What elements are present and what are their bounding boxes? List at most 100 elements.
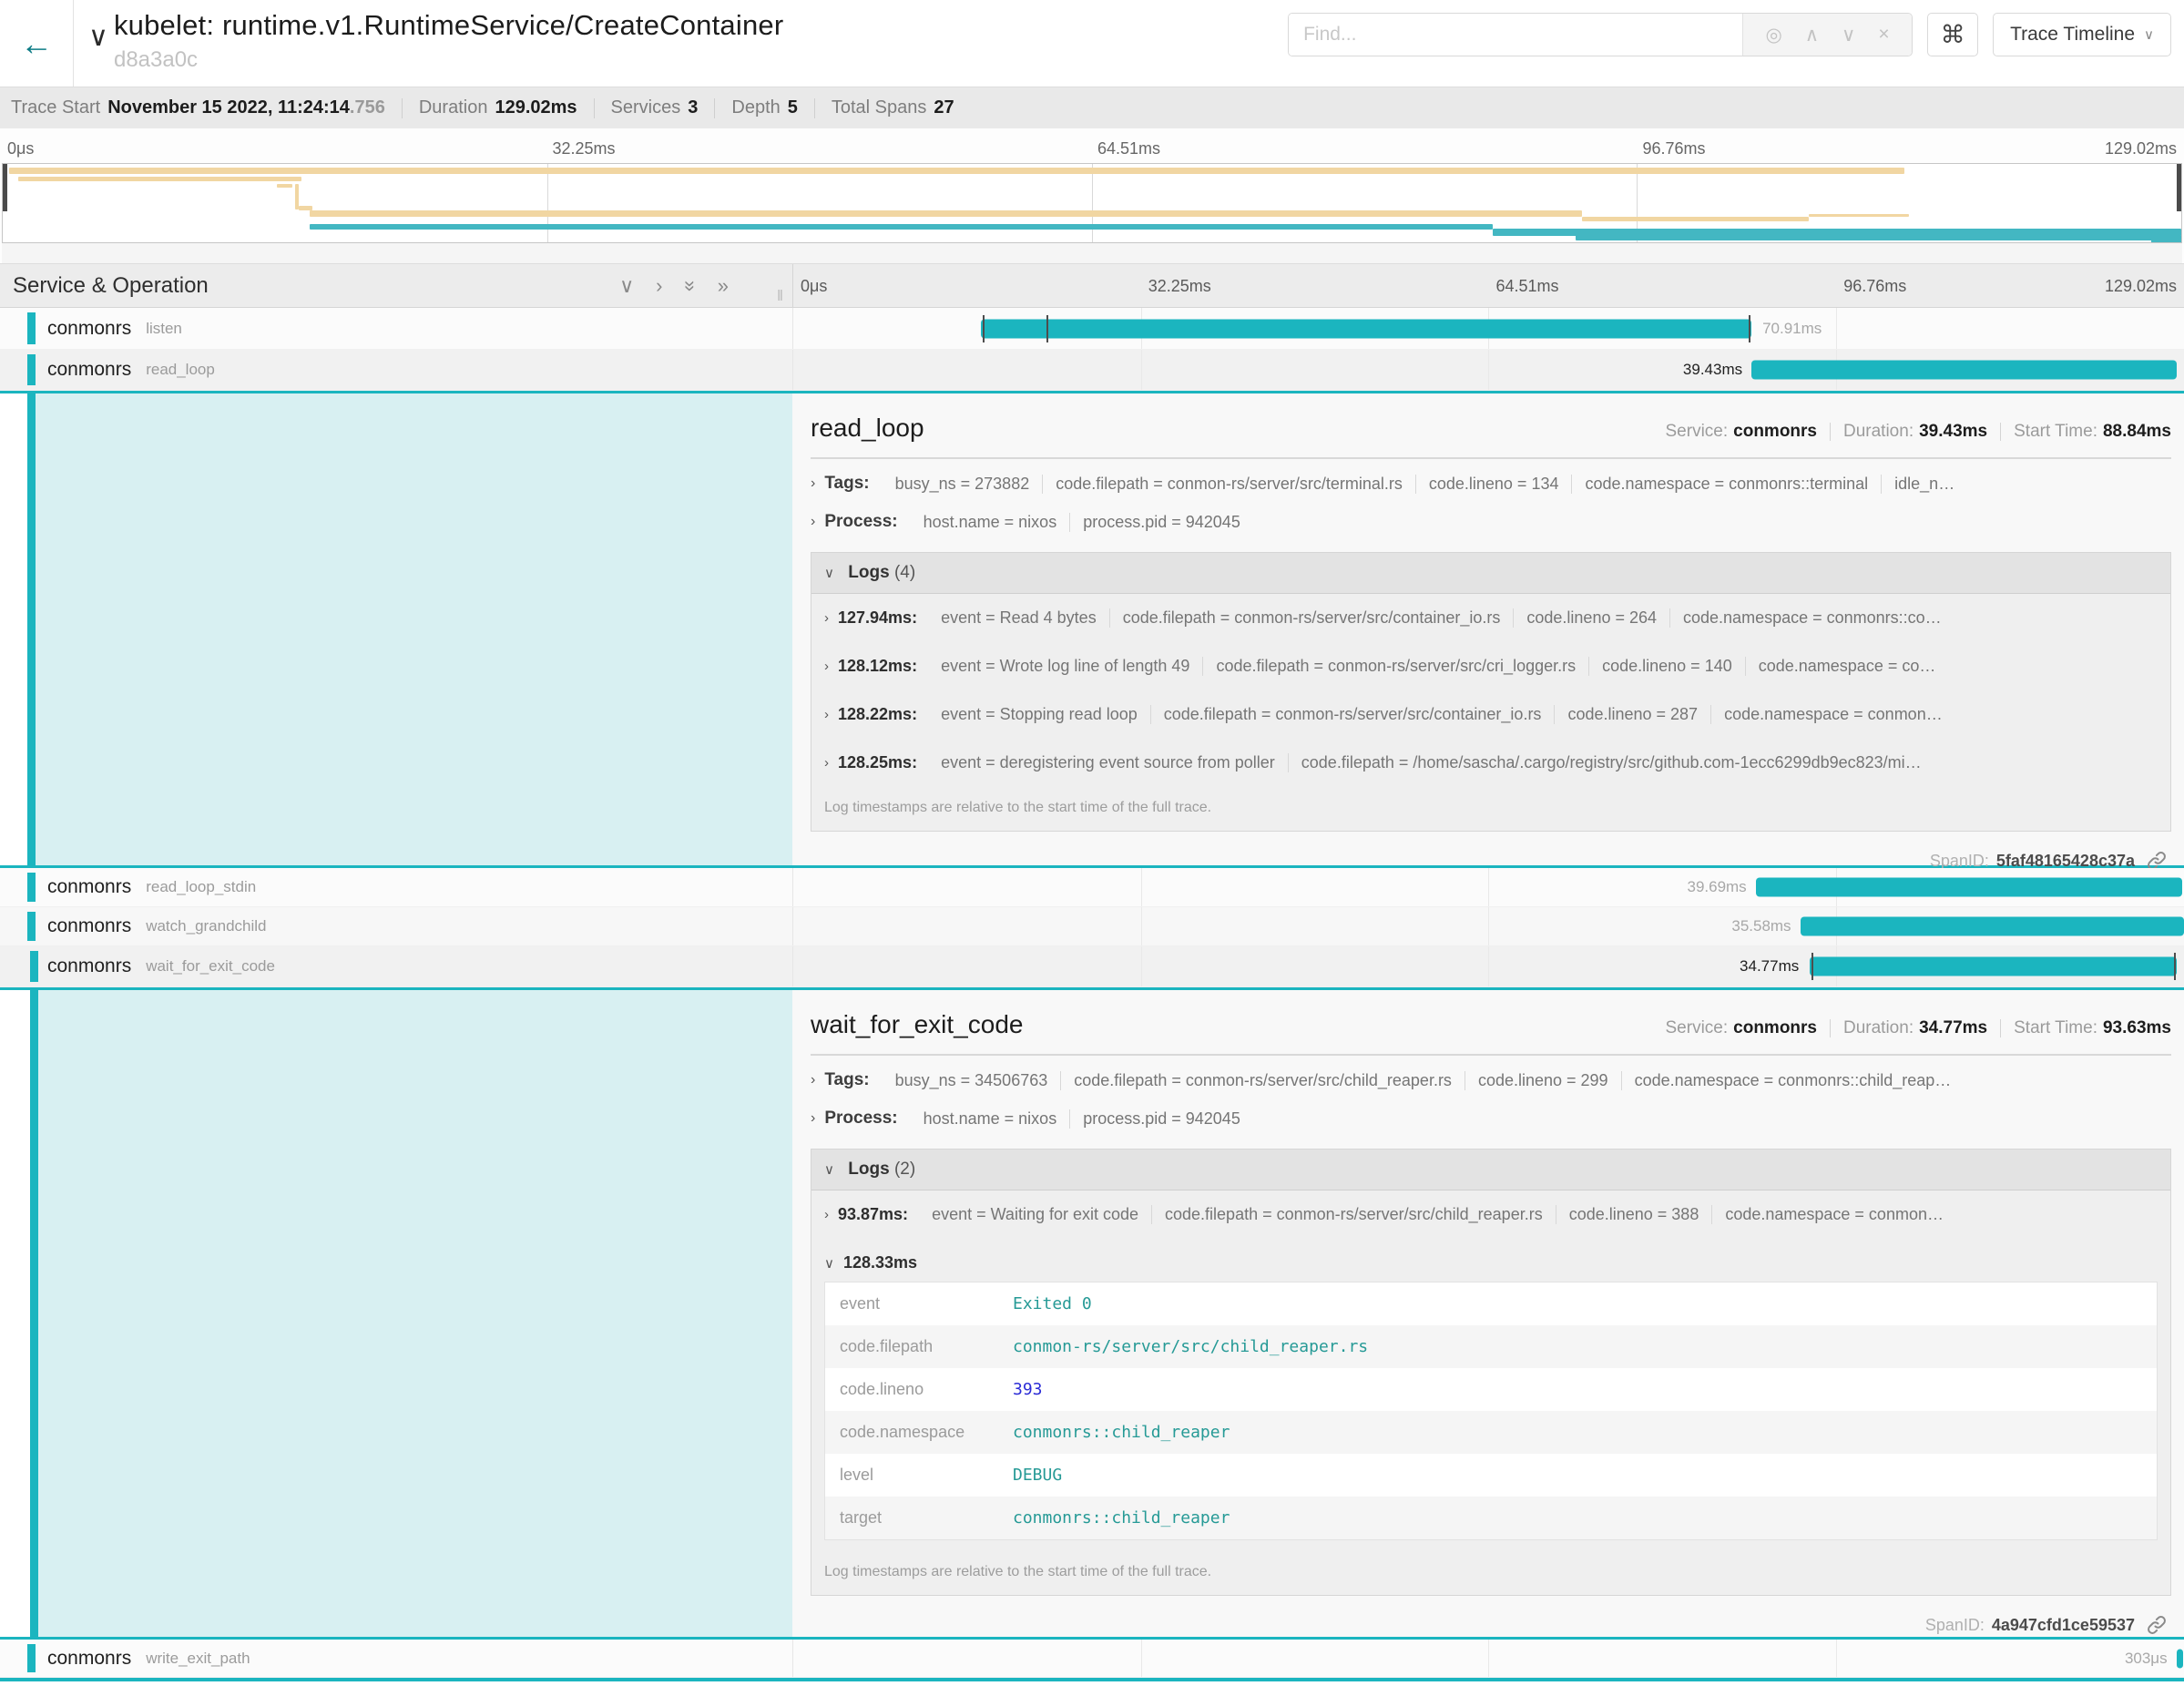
detail-meta: Service: conmonrs Duration: 34.77ms Star…	[1666, 1018, 2172, 1038]
column-resizer[interactable]: ‖	[777, 287, 785, 305]
trace-id: d8a3a0c	[114, 47, 783, 73]
span-row-timeline[interactable]: 39.43ms	[792, 350, 2184, 390]
field-key: code.namespace	[840, 1423, 1013, 1442]
find-clear-icon[interactable]: ×	[1878, 24, 1889, 46]
log-entry-expanded[interactable]: ∨ 128.33ms	[811, 1239, 2170, 1278]
log-field: code.filepath = conmon-rs/server/src/con…	[1109, 608, 1514, 628]
span-duration: 303μs	[2125, 1650, 2168, 1668]
minimap-right-handle[interactable]	[2177, 164, 2181, 211]
page-title: kubelet: runtime.v1.RuntimeService/Creat…	[114, 9, 783, 42]
log-entry[interactable]: › 93.87ms: event = Waiting for exit code…	[811, 1190, 2170, 1239]
log-field: event = Read 4 bytes	[928, 608, 1109, 628]
log-note: Log timestamps are relative to the start…	[811, 787, 2170, 831]
collapse-one-icon[interactable]: ∨	[619, 276, 634, 296]
log-field: code.namespace = conmon…	[1710, 705, 1955, 724]
service-color-bar	[27, 354, 36, 385]
duration-label: Duration	[419, 97, 488, 118]
collapse-all-icon[interactable]: »	[680, 280, 700, 291]
log-timestamp: 128.25ms:	[838, 753, 917, 772]
tick-label: 32.25ms	[1148, 277, 1211, 296]
log-note: Log timestamps are relative to the start…	[811, 1551, 2170, 1595]
minimap-span	[18, 177, 301, 181]
tick-label: 0μs	[7, 139, 34, 158]
expand-all-icon[interactable]: »	[718, 276, 729, 296]
process-row[interactable]: › Process: host.name = nixos process.pid…	[811, 1094, 2171, 1132]
minimap-left-handle[interactable]	[3, 164, 7, 211]
span-row-read-loop-stdin[interactable]: conmonrs read_loop_stdin 39.69ms	[0, 868, 2184, 907]
spanid-value: 4a947cfd1ce59537	[1992, 1616, 2135, 1635]
span-row-timeline[interactable]: 35.58ms	[792, 907, 2184, 945]
divider	[594, 98, 595, 118]
grid-header: Service & Operation ∨ › » » ‖ 0μs 32.25m…	[0, 263, 2184, 308]
span-service: conmonrs	[47, 359, 131, 381]
logs-header[interactable]: ∨ Logs (4)	[811, 553, 2170, 594]
service-color-bar	[27, 312, 36, 344]
field-key: code.lineno	[840, 1380, 1013, 1399]
log-field: event = Wrote log line of length 49	[928, 657, 1202, 676]
field-key: level	[840, 1466, 1013, 1485]
chevron-down-icon: ∨	[824, 566, 834, 581]
duration-label: Duration:	[1843, 422, 1914, 442]
divider	[1830, 1019, 1831, 1037]
log-field: event = deregistering event source from …	[928, 753, 1288, 772]
span-row-timeline[interactable]: 34.77ms	[792, 946, 2184, 986]
back-button[interactable]: ←	[0, 0, 74, 87]
view-selector-button[interactable]: Trace Timeline ∨	[1993, 13, 2171, 56]
span-row-wait-for-exit-code[interactable]: conmonrs wait_for_exit_code 34.77ms	[0, 946, 2184, 987]
start-time-label: Start Time:	[2014, 422, 2097, 442]
log-timestamp: 128.12ms:	[838, 657, 917, 676]
tags-row[interactable]: › Tags: busy_ns = 34506763 code.filepath…	[811, 1056, 2171, 1094]
span-bar[interactable]	[1801, 917, 2184, 936]
log-entry[interactable]: › 127.94ms: event = Read 4 bytes code.fi…	[811, 594, 2170, 642]
logs-header[interactable]: ∨ Logs (2)	[811, 1150, 2170, 1190]
span-bar[interactable]	[1751, 361, 2177, 380]
find-input[interactable]	[1289, 14, 1742, 56]
span-bar[interactable]	[1756, 878, 2183, 897]
chevron-right-icon: ›	[811, 514, 815, 530]
log-entry[interactable]: › 128.22ms: event = Stopping read loop c…	[811, 690, 2170, 739]
span-row-timeline[interactable]: 70.91ms	[792, 308, 2184, 349]
span-row-timeline[interactable]: 39.69ms	[792, 868, 2184, 906]
expand-one-icon[interactable]: ›	[656, 276, 662, 296]
span-row-read-loop[interactable]: conmonrs read_loop 39.43ms	[0, 350, 2184, 391]
divider	[2000, 423, 2001, 441]
span-row-listen[interactable]: conmonrs listen 70.91ms	[0, 308, 2184, 350]
trace-minimap[interactable]: 0μs 32.25ms 64.51ms 96.76ms 129.02ms	[0, 128, 2184, 263]
span-row-timeline[interactable]: 303μs	[792, 1640, 2184, 1677]
chevron-right-icon: ›	[811, 1110, 815, 1127]
service-color-bar	[27, 1644, 36, 1672]
logs-count: (4)	[894, 563, 915, 582]
span-bar[interactable]	[2177, 1649, 2183, 1668]
span-operation: watch_grandchild	[146, 917, 266, 935]
span-detail-read-loop: read_loop Service: conmonrs Duration: 39…	[0, 391, 2184, 868]
log-entry[interactable]: › 128.12ms: event = Wrote log line of le…	[811, 642, 2170, 690]
service-value: conmonrs	[1733, 422, 1817, 442]
span-bar[interactable]	[981, 319, 1751, 338]
logs-label: Logs	[848, 563, 889, 582]
log-field: event = Waiting for exit code	[919, 1205, 1151, 1224]
tick-label: 32.25ms	[553, 139, 616, 158]
span-row-watch-grandchild[interactable]: conmonrs watch_grandchild 35.58ms	[0, 907, 2184, 946]
process-row[interactable]: › Process: host.name = nixos process.pid…	[811, 497, 2171, 536]
find-next-icon[interactable]: ∨	[1842, 24, 1855, 46]
tags-row[interactable]: › Tags: busy_ns = 273882 code.filepath =…	[811, 459, 2171, 497]
span-bar[interactable]	[1810, 957, 2177, 976]
log-entry[interactable]: › 128.25ms: event = deregistering event …	[811, 739, 2170, 787]
chevron-right-icon: ›	[824, 610, 829, 626]
log-timestamp: 127.94ms:	[838, 608, 917, 628]
deep-link-icon[interactable]	[2146, 1614, 2168, 1636]
process-pair: process.pid = 942045	[1069, 513, 1253, 532]
start-time-value: 93.63ms	[2103, 1018, 2171, 1038]
logs-section: ∨ Logs (4) › 127.94ms: event = Read 4 by…	[811, 552, 2171, 832]
minimap-canvas[interactable]	[2, 163, 2182, 243]
span-duration: 35.58ms	[1731, 917, 1791, 935]
detail-title: read_loop	[811, 414, 924, 443]
keyboard-shortcuts-button[interactable]: ⌘	[1927, 13, 1978, 56]
tick-label: 64.51ms	[1097, 139, 1160, 158]
collapse-title-icon[interactable]: ∨	[88, 24, 108, 87]
find-target-icon[interactable]: ◎	[1766, 24, 1782, 46]
find-prev-icon[interactable]: ∧	[1805, 24, 1819, 46]
command-icon: ⌘	[1941, 21, 1965, 49]
chevron-right-icon: ›	[824, 755, 829, 771]
span-row-write-exit-path[interactable]: conmonrs write_exit_path 303μs	[0, 1640, 2184, 1678]
